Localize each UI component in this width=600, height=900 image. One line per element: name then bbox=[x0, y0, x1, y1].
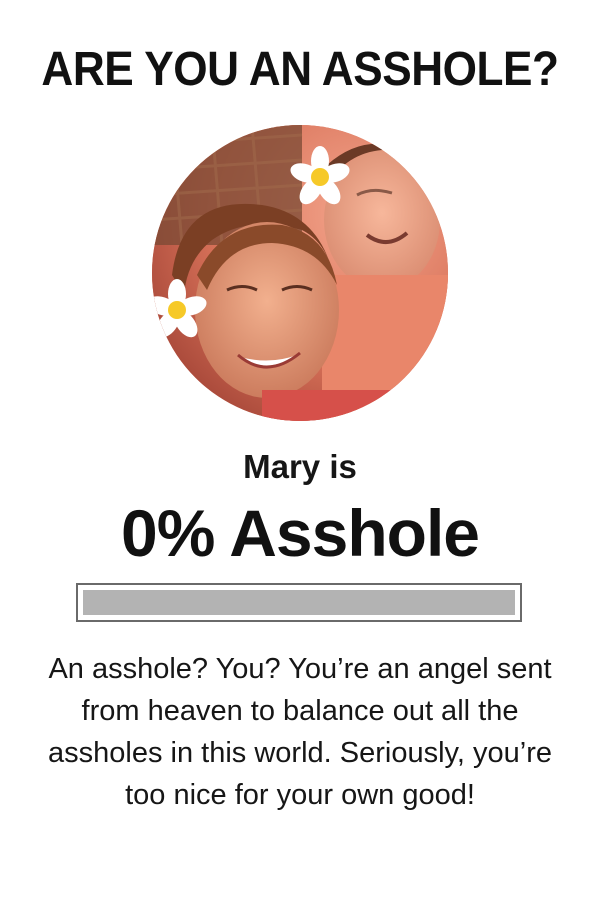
score-meter bbox=[76, 583, 522, 622]
quiz-title: ARE YOU AN ASSHOLE? bbox=[41, 43, 559, 96]
profile-photo bbox=[152, 125, 448, 421]
result-description: An asshole? You? You’re an angel sent fr… bbox=[48, 653, 552, 811]
result-score: 0% Asshole bbox=[120, 496, 480, 570]
quiz-result-card: ARE YOU AN ASSHOLE? Mary is 0% Asshole A… bbox=[0, 0, 600, 900]
score-meter-track bbox=[83, 590, 515, 615]
profile-photo-image bbox=[152, 125, 448, 421]
result-name: Mary is bbox=[243, 448, 357, 485]
